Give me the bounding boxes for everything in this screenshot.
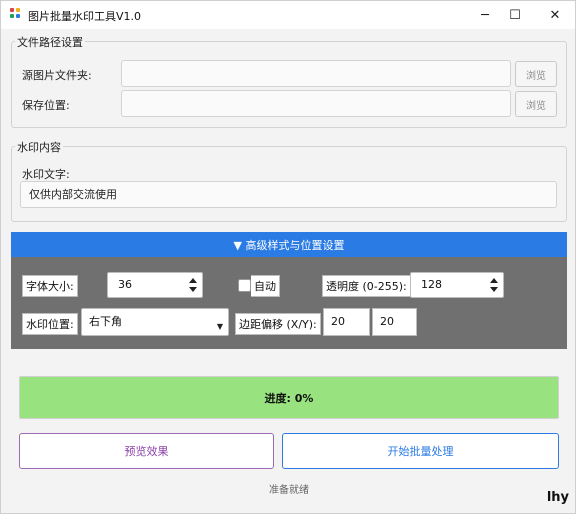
font-size-spinbox[interactable]: 36 xyxy=(107,272,203,298)
window-title: 图片批量水印工具V1.0 xyxy=(28,10,142,23)
main-window: 图片批量水印工具V1.0 ─ ☐ ✕ 文件路径设置 源图片文件夹: 浏览 保存位… xyxy=(0,0,576,514)
maximize-button[interactable]: ☐ xyxy=(498,1,532,29)
save-location-input[interactable] xyxy=(121,90,511,117)
source-folder-input[interactable] xyxy=(121,60,511,87)
watermark-content-group-title: 水印内容 xyxy=(15,139,63,155)
position-label: 水印位置: xyxy=(22,313,78,335)
title-bar[interactable]: 图片批量水印工具V1.0 ─ ☐ ✕ xyxy=(1,1,575,29)
margin-y-input[interactable]: 20 xyxy=(372,308,417,336)
watermark-text-input[interactable]: 仅供内部交流使用 xyxy=(20,181,557,208)
status-text: 准备就绪 xyxy=(269,485,309,496)
opacity-label: 透明度 (0-255): xyxy=(322,275,411,297)
opacity-spinbox[interactable]: 128 xyxy=(410,272,504,298)
app-icon xyxy=(10,8,22,20)
margin-offset-label: 边距偏移 (X/Y): xyxy=(235,313,321,335)
position-select[interactable]: 右下角 ▼ xyxy=(81,308,229,336)
source-folder-label: 源图片文件夹: xyxy=(22,69,92,82)
auto-label: 自动 xyxy=(251,275,280,297)
progress-text: 进度: 0% xyxy=(264,391,314,405)
browse-source-button[interactable]: 浏览 xyxy=(515,61,557,87)
font-size-label: 字体大小: xyxy=(22,275,78,297)
file-path-group-title: 文件路径设置 xyxy=(15,34,85,50)
preview-button[interactable]: 预览效果 xyxy=(19,433,274,469)
save-location-label: 保存位置: xyxy=(22,99,70,112)
spin-arrows-icon[interactable] xyxy=(490,277,498,293)
font-size-value: 36 xyxy=(118,278,132,291)
close-button[interactable]: ✕ xyxy=(538,1,572,29)
advanced-settings-toggle[interactable]: ▼ 高级样式与位置设置 xyxy=(11,232,567,257)
auto-checkbox[interactable] xyxy=(238,279,251,292)
opacity-value: 128 xyxy=(421,278,442,291)
watermark-text-label: 水印文字: xyxy=(22,168,70,181)
minimize-button[interactable]: ─ xyxy=(468,1,502,29)
position-value: 右下角 xyxy=(89,315,122,328)
author-signature: lhy xyxy=(546,490,569,505)
progress-bar: 进度: 0% xyxy=(19,376,559,419)
start-batch-button[interactable]: 开始批量处理 xyxy=(282,433,559,469)
margin-x-input[interactable]: 20 xyxy=(323,308,370,336)
chevron-down-icon: ▼ xyxy=(216,322,223,331)
spin-arrows-icon[interactable] xyxy=(189,277,197,293)
browse-save-button[interactable]: 浏览 xyxy=(515,91,557,117)
